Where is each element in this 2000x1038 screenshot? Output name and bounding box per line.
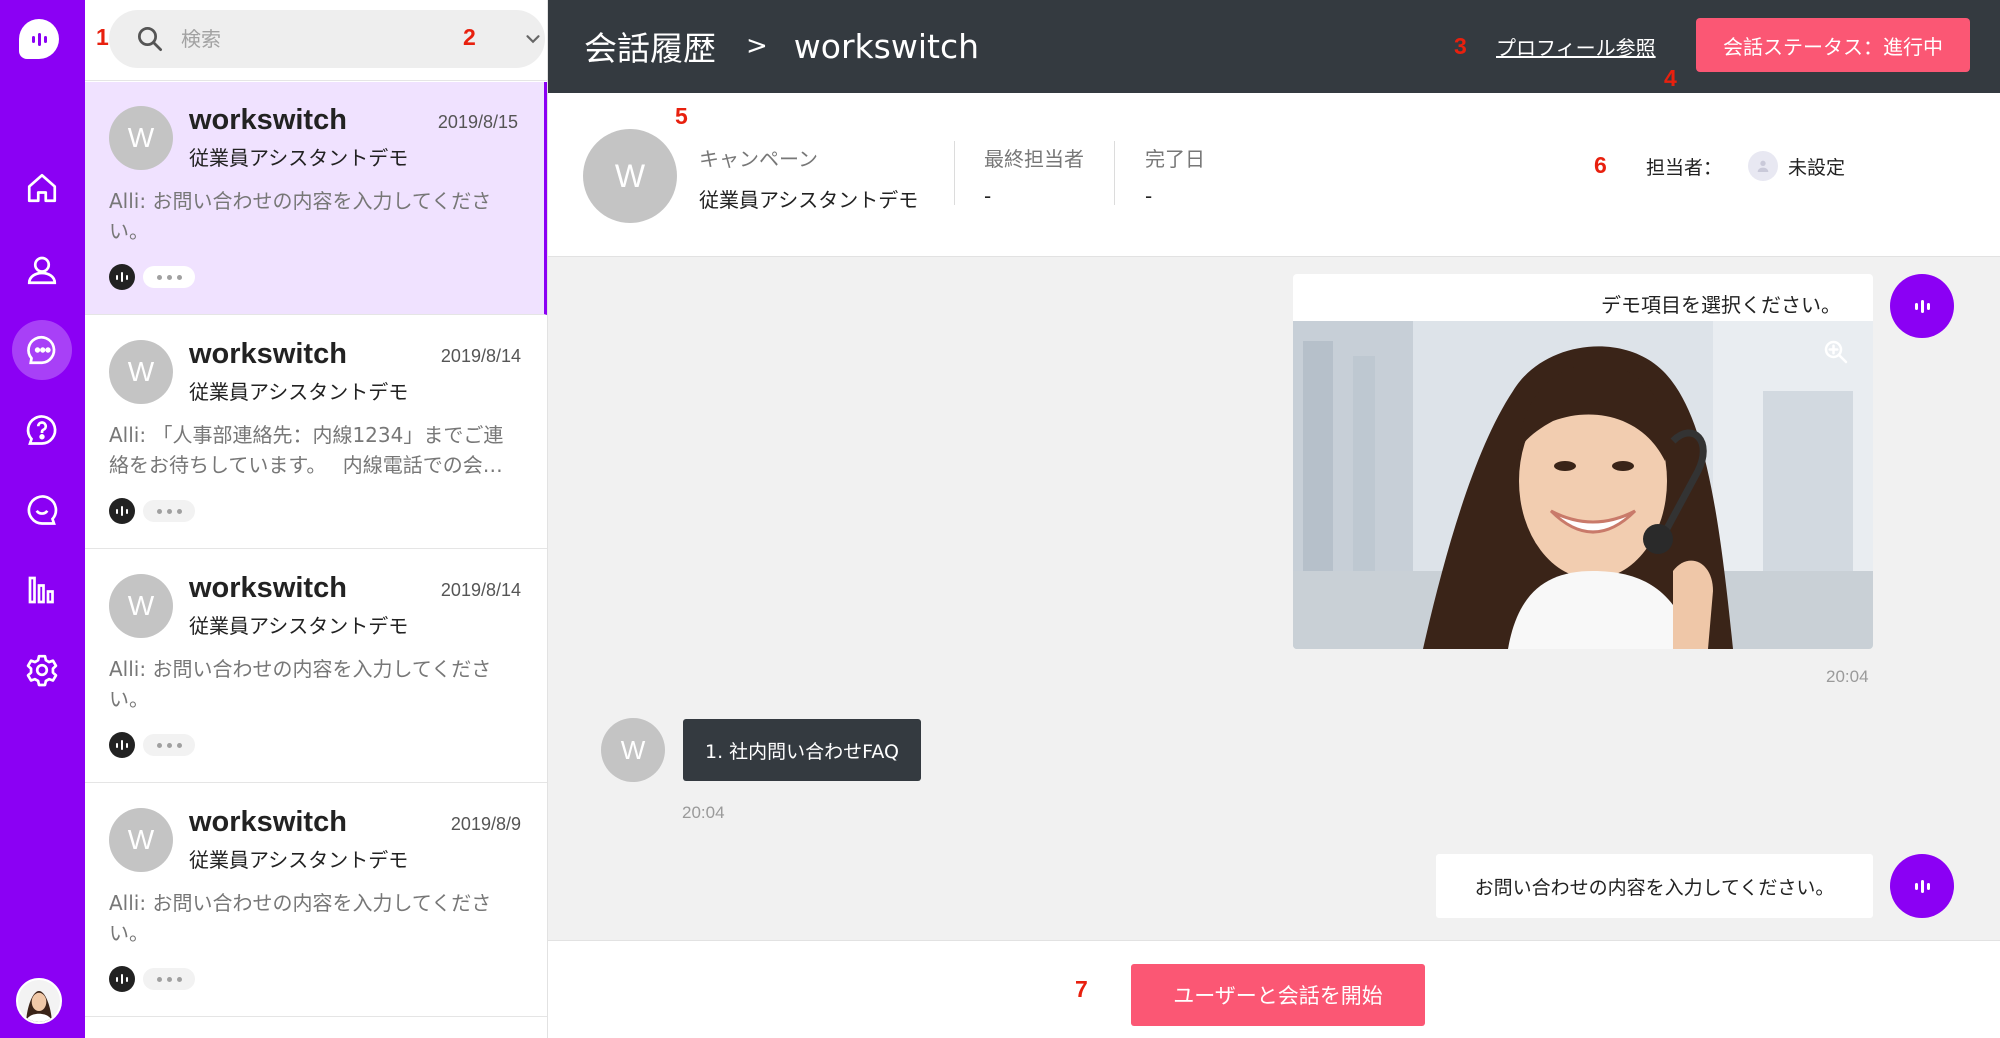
annotation-marker: 1 <box>96 24 109 50</box>
divider <box>1114 141 1115 205</box>
operator-photo[interactable] <box>1293 321 1873 649</box>
conversation-name: workswitch <box>189 806 347 838</box>
annotation-marker: 5 <box>675 103 688 129</box>
conversation-avatar: W <box>109 106 173 170</box>
chevron-down-icon <box>526 35 540 44</box>
settings-icon[interactable] <box>12 640 72 700</box>
bot-image-card: デモ項目を選択ください。 <box>1293 274 1873 649</box>
annotation-marker: 4 <box>1664 65 1677 91</box>
zoom-icon[interactable] <box>1821 337 1851 367</box>
conversation-date: 2019/8/14 <box>440 580 521 600</box>
search-box[interactable] <box>109 10 545 68</box>
main-nav <box>0 0 85 1038</box>
conversation-name: workswitch <box>189 572 347 604</box>
user-message: 1. 社内問い合わせFAQ <box>683 719 921 781</box>
more-icon[interactable] <box>143 968 195 990</box>
annotation-marker: 7 <box>1075 976 1088 1002</box>
message-time: 20:04 <box>682 803 725 822</box>
assignee-label: 担当者： <box>1646 156 1723 179</box>
conversation-preview: Alli: お問い合わせの内容を入力してください。 <box>109 189 492 243</box>
chat-icon[interactable] <box>12 480 72 540</box>
search-icon <box>138 27 162 51</box>
conversation-date: 2019/8/14 <box>440 346 521 366</box>
bot-avatar-icon <box>1890 274 1954 338</box>
conversation-preview: Alli: 「人事部連絡先：内線1234」までご連絡をお待ちしています。 内線電… <box>109 423 504 477</box>
completed-date-value: - <box>1145 184 1153 208</box>
more-icon[interactable] <box>143 734 195 756</box>
more-icon[interactable] <box>143 266 195 288</box>
bot-icon <box>109 732 135 758</box>
breadcrumb-separator-icon: > <box>746 31 768 61</box>
bot-message: お問い合わせの内容を入力してください。 <box>1436 854 1873 918</box>
conversation-item[interactable]: W workswitch 2019/8/14 従業員アシスタントデモ Alli:… <box>85 316 547 549</box>
user-avatar: W <box>583 129 677 223</box>
analytics-icon[interactable] <box>12 560 72 620</box>
campaign-value: 従業員アシスタントデモ <box>699 188 919 212</box>
conversations-icon[interactable] <box>12 320 72 380</box>
conversation-date: 2019/8/9 <box>450 814 521 834</box>
completed-date-label: 完了日 <box>1145 147 1205 171</box>
breadcrumb: 会話履歴 > workswitch <box>584 22 979 70</box>
search-input[interactable] <box>181 27 381 51</box>
last-agent-value: - <box>984 184 992 208</box>
message-time: 20:04 <box>1826 667 1869 686</box>
list-divider <box>85 80 547 81</box>
annotation-marker: 3 <box>1454 33 1467 59</box>
app-logo-icon[interactable] <box>19 19 59 59</box>
conversation-campaign: 従業員アシスタントデモ <box>189 848 409 872</box>
completed-date-field: 完了日 - <box>1145 143 1205 208</box>
conversation-preview: Alli: お問い合わせの内容を入力してください。 <box>109 891 492 945</box>
help-icon[interactable] <box>12 400 72 460</box>
profile-link[interactable]: プロフィール参照 <box>1496 32 1656 61</box>
annotation-marker: 6 <box>1594 152 1607 178</box>
filter-dropdown[interactable] <box>488 22 544 56</box>
assignee-selector[interactable]: 担当者： 未設定 <box>1646 151 1845 181</box>
conversation-item[interactable]: W workswitch 2019/8/14 従業員アシスタントデモ Alli:… <box>85 550 547 783</box>
conversation-name: workswitch <box>189 104 347 136</box>
chat-footer: ユーザーと会話を開始 <box>548 940 2000 1038</box>
conversation-campaign: 従業員アシスタントデモ <box>189 614 409 638</box>
conversation-name: workswitch <box>189 338 347 370</box>
conversation-preview: Alli: お問い合わせの内容を入力してください。 <box>109 657 492 711</box>
conversation-campaign: 従業員アシスタントデモ <box>189 380 409 404</box>
breadcrumb-current: workswitch <box>793 26 980 66</box>
start-conversation-button[interactable]: ユーザーと会話を開始 <box>1131 964 1425 1026</box>
conversation-list-panel: W workswitch 2019/8/15 従業員アシスタントデモ Alli:… <box>85 0 548 1038</box>
conversation-avatar: W <box>109 340 173 404</box>
last-agent-label: 最終担当者 <box>984 147 1084 171</box>
assignee-user-icon <box>1748 151 1779 181</box>
assignee-value: 未設定 <box>1788 156 1846 179</box>
conversation-avatar: W <box>109 574 173 638</box>
conversation-status-button[interactable]: 会話ステータス：進行中 <box>1696 18 1970 72</box>
bot-icon <box>109 966 135 992</box>
divider <box>954 141 955 205</box>
bot-avatar-icon <box>1890 854 1954 918</box>
conversation-date: 2019/8/15 <box>437 112 518 132</box>
conversation-campaign: 従業員アシスタントデモ <box>189 146 409 170</box>
page-header: 会話履歴 > workswitch プロフィール参照 会話ステータス：進行中 <box>548 0 2000 93</box>
campaign-field: キャンペーン 従業員アシスタントデモ <box>699 143 918 213</box>
conversation-avatar: W <box>109 808 173 872</box>
card-text: デモ項目を選択ください。 <box>1601 293 1841 317</box>
user-avatar: W <box>601 718 665 782</box>
home-icon[interactable] <box>12 158 72 218</box>
annotation-marker: 2 <box>463 24 476 50</box>
bot-icon <box>109 498 135 524</box>
conversation-item[interactable]: W workswitch 2019/8/9 従業員アシスタントデモ Alli: … <box>85 784 547 1017</box>
user-icon[interactable] <box>12 240 72 300</box>
last-agent-field: 最終担当者 - <box>984 143 1084 208</box>
bot-icon <box>109 264 135 290</box>
chat-area: デモ項目を選択ください。 20:04 W 1. 社内問い合わせFAQ 20:04… <box>548 257 2000 940</box>
conversation-item[interactable]: W workswitch 2019/8/15 従業員アシスタントデモ Alli:… <box>85 82 547 315</box>
my-avatar[interactable] <box>16 978 62 1024</box>
more-icon[interactable] <box>143 500 195 522</box>
campaign-label: キャンペーン <box>699 147 818 171</box>
conversation-info-bar: W キャンペーン 従業員アシスタントデモ 最終担当者 - 完了日 - 担当者： … <box>548 93 2000 257</box>
breadcrumb-root[interactable]: 会話履歴 <box>584 22 716 70</box>
